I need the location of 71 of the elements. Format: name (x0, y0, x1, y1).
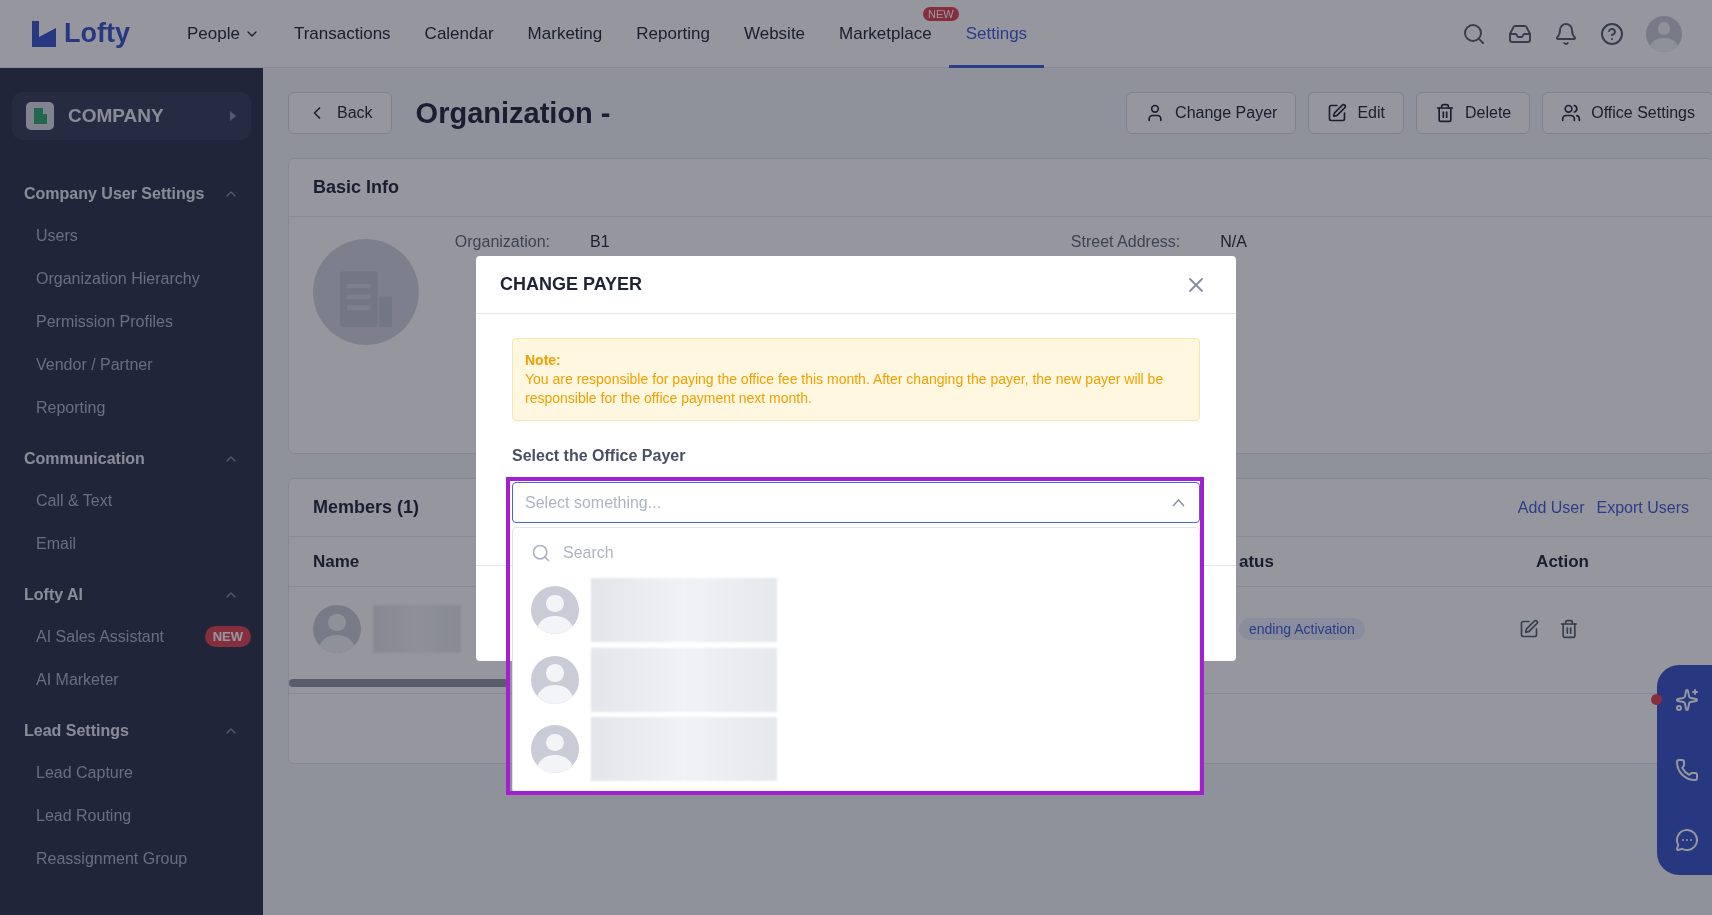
sidebar-item[interactable]: AI Sales Assistant NEW (12, 615, 251, 658)
sidebar-item[interactable]: Lead Routing (12, 794, 251, 837)
page-title: Organization - (415, 96, 611, 130)
action-button[interactable]: Edit (1308, 92, 1404, 134)
field-value: N/A (1220, 233, 1247, 252)
action-icon (1561, 103, 1582, 123)
help-icon[interactable] (1600, 21, 1624, 46)
section-header[interactable]: Lead Settings (12, 711, 251, 751)
field-label: Organization: (454, 233, 550, 252)
chat-icon[interactable] (1675, 828, 1699, 852)
section-header[interactable]: Communication (12, 439, 251, 479)
column-header: Action (1536, 551, 1589, 572)
action-button[interactable]: Change Payer (1126, 92, 1297, 134)
new-badge: NEW (923, 6, 959, 21)
sidebar-item[interactable]: Users (12, 214, 251, 257)
search-icon (531, 542, 551, 563)
nav-item[interactable]: Calendar (407, 0, 511, 68)
note-text: You are responsible for paying the office fee this month. After changing the payer, the new payer will be responsible for the office payment next month. (525, 370, 1165, 408)
building-icon (26, 102, 54, 130)
sidebar-item[interactable]: Vendor / Partner (12, 343, 251, 386)
logo-mark-icon (30, 18, 58, 49)
sidebar-item[interactable]: Email (12, 522, 251, 565)
field-label: Street Address: (1070, 233, 1181, 252)
trash-icon[interactable] (1559, 619, 1579, 639)
nav-item[interactable]: Marketing (510, 0, 620, 68)
field-label: Select the Office Payer (512, 447, 687, 465)
action-icon (1327, 103, 1348, 123)
avatar (313, 605, 361, 653)
phone-icon[interactable] (1675, 758, 1699, 782)
back-button[interactable]: Back (288, 92, 392, 134)
column-header: Name (313, 551, 360, 572)
nav-item[interactable]: Website (726, 0, 823, 68)
sidebar-item[interactable]: Lead Capture (12, 751, 251, 794)
avatar (531, 655, 579, 704)
header-link[interactable]: Export Users (1596, 498, 1689, 517)
action-button[interactable]: Delete (1416, 92, 1531, 134)
avatar (1646, 15, 1682, 52)
nav-item[interactable]: Transactions (276, 0, 408, 68)
sidebar-item[interactable]: Reporting (12, 386, 251, 429)
search-icon[interactable] (1462, 21, 1486, 46)
sidebar-item[interactable]: Organization Hierarchy (12, 257, 251, 300)
column-header: atus (1239, 551, 1274, 572)
caret-right-icon (229, 110, 237, 122)
avatar (531, 586, 579, 635)
edit-icon[interactable] (1519, 619, 1539, 639)
logo[interactable]: Lofty (30, 18, 130, 49)
card-title: Basic Info (313, 177, 400, 198)
nav-item[interactable]: Reporting (619, 0, 727, 68)
company-switcher[interactable]: COMPANY (12, 92, 251, 140)
sidebar-item[interactable]: Call & Text (12, 479, 251, 522)
field-value: B1 (590, 233, 610, 252)
sidebar-item[interactable]: Reassignment Group (12, 837, 251, 880)
sidebar-item[interactable]: Permission Profiles (12, 300, 251, 343)
sidebar-item[interactable]: AI Marketer (12, 658, 251, 701)
sparkle-icon[interactable] (1675, 688, 1699, 712)
card-title: Members (1) (313, 497, 420, 518)
avatar (531, 725, 579, 774)
action-icon (1435, 103, 1455, 123)
action-button[interactable]: Office Settings (1542, 92, 1712, 134)
notification-dot (1651, 694, 1662, 705)
nav-item[interactable]: People (170, 0, 277, 68)
section-header[interactable]: Company User Settings (12, 174, 251, 214)
search-field[interactable]: Search (531, 536, 1181, 570)
note-title: Note: (525, 351, 562, 370)
status-tag: ending Activation (1239, 618, 1365, 640)
section-header[interactable]: Lofty AI (12, 575, 251, 615)
bell-icon[interactable] (1554, 21, 1578, 46)
header-link[interactable]: Add User (1517, 498, 1585, 517)
new-badge: NEW (204, 626, 251, 647)
modal-title: CHANGE PAYER (500, 274, 643, 295)
chevron-up-icon (1172, 498, 1185, 507)
